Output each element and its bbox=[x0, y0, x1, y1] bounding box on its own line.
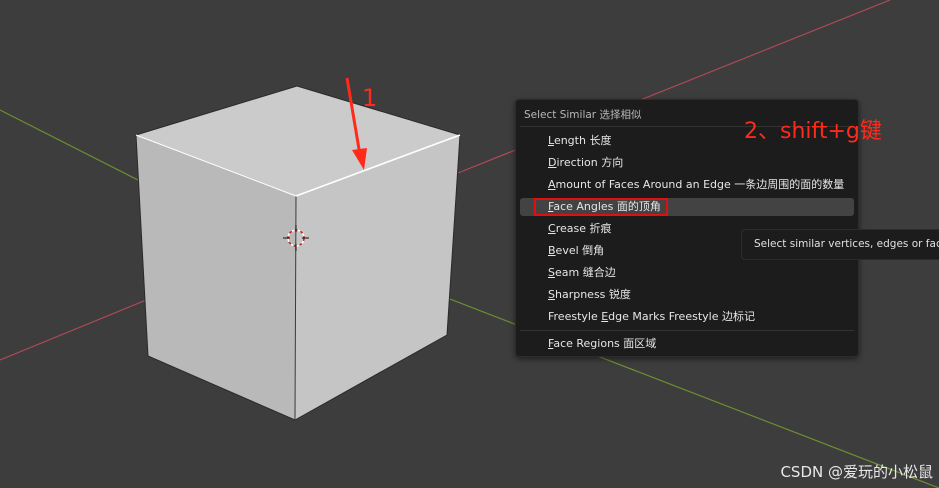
menu-item-label: mount of Faces Around an Edge 一条边周围的面的数量 bbox=[555, 178, 845, 191]
menu-item-sharpness[interactable]: Sharpness 锐度 bbox=[520, 286, 854, 304]
menu-item-amount-of-faces[interactable]: Amount of Faces Around an Edge 一条边周围的面的数… bbox=[520, 176, 854, 194]
tooltip: Select similar vertices, edges or faces … bbox=[741, 229, 939, 260]
menu-item-face-regions[interactable]: Face Regions 面区域 bbox=[520, 335, 854, 353]
menu-item-label: irection 方向 bbox=[556, 156, 624, 169]
menu-item-mnemonic: B bbox=[548, 244, 556, 257]
annotation-step-1: 1 bbox=[362, 84, 378, 112]
menu-item-label: evel 倒角 bbox=[555, 244, 605, 257]
menu-separator bbox=[520, 330, 854, 331]
menu-item-label: eam 缝合边 bbox=[554, 266, 616, 279]
menu-item-label: harpness 锐度 bbox=[554, 288, 631, 301]
menu-item-mnemonic: A bbox=[548, 178, 556, 191]
3d-viewport[interactable]: 1 Select Similar 选择相似 Length 长度 Directio… bbox=[0, 0, 939, 488]
menu-item-mnemonic: C bbox=[548, 222, 556, 235]
menu-item-label: rease 折痕 bbox=[555, 222, 612, 235]
menu-item-label: ace Regions 面区域 bbox=[553, 337, 657, 350]
watermark: CSDN @爱玩的小松鼠 bbox=[780, 463, 933, 481]
menu-item-label: dge Marks Freestyle 边标记 bbox=[608, 310, 755, 323]
y-axis-line bbox=[0, 109, 139, 181]
menu-item-direction[interactable]: Direction 方向 bbox=[520, 154, 854, 172]
menu-item-prefix: Freestyle bbox=[548, 310, 602, 323]
menu-item-seam[interactable]: Seam 缝合边 bbox=[520, 264, 854, 282]
annotation-highlight-box bbox=[534, 198, 668, 216]
menu-item-label: ength 长度 bbox=[553, 134, 612, 147]
menu-item-mnemonic: S bbox=[548, 266, 555, 279]
menu-item-freestyle-edge-marks[interactable]: Freestyle Edge Marks Freestyle 边标记 bbox=[520, 308, 854, 326]
annotation-step-2: 2、shift+g键 bbox=[744, 119, 882, 144]
menu-item-mnemonic: S bbox=[548, 288, 555, 301]
menu-title: Select Similar 选择相似 bbox=[524, 109, 642, 121]
